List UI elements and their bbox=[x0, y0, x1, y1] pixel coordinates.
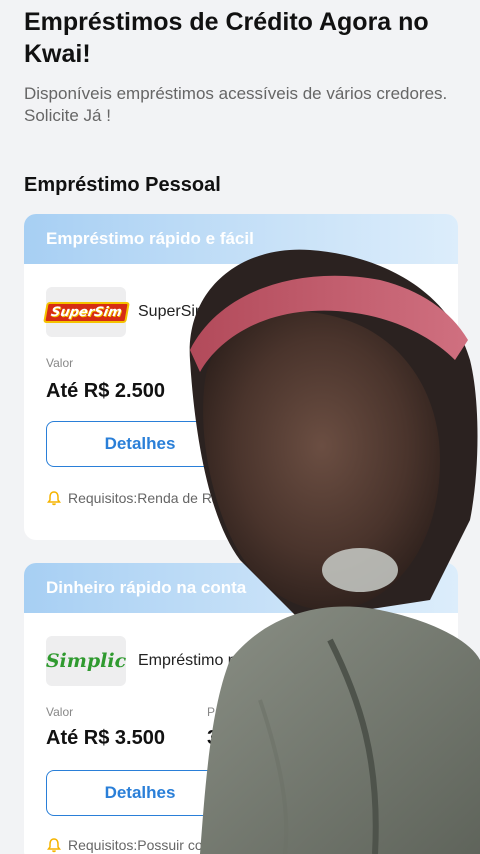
product-name: Empréstimo pessoal 100% bbox=[138, 652, 329, 669]
bell-icon bbox=[47, 838, 61, 853]
page-title: Empréstimos de Crédito Agora no Kwai! bbox=[24, 8, 429, 68]
product-row: SuperSim SuperSim Empréstimo Urgente bbox=[42, 287, 360, 337]
value-amount: Até R$ 3.500 bbox=[46, 727, 165, 749]
supersim-logo: SuperSim bbox=[42, 287, 130, 337]
requirements: Requisitos:Renda de R$ 500 bbox=[46, 490, 247, 506]
product-name: SuperSim Empréstimo Urgente bbox=[138, 303, 360, 320]
page-subtitle: Disponíveis empréstimos acessíveis de vá… bbox=[24, 84, 448, 125]
card-header: Empréstimo rápido e fácil bbox=[24, 214, 458, 264]
loan-card[interactable]: Dinheiro rápido na conta Simplic Emprést… bbox=[24, 563, 458, 854]
details-button[interactable]: Detalhes bbox=[46, 421, 234, 467]
requirements-text: Requisitos:Renda de R$ 500 bbox=[68, 490, 248, 506]
apply-button[interactable]: Solicitar bbox=[248, 770, 436, 816]
term-value: 3-12x bbox=[207, 727, 259, 749]
simplic-logo-text: Simplic bbox=[45, 650, 127, 672]
requirements: Requisitos:Possuir conta em banco bbox=[46, 837, 287, 853]
value-label: Valor bbox=[46, 356, 74, 370]
simplic-logo: Simplic bbox=[46, 636, 126, 686]
details-button[interactable]: Detalhes bbox=[46, 770, 234, 816]
page: Empréstimos de Crédito Agora no Kwai! Di… bbox=[0, 0, 480, 854]
product-row: Simplic Empréstimo pessoal 100% bbox=[46, 636, 328, 686]
supersim-logo-text: SuperSim bbox=[42, 301, 130, 323]
value-amount: Até R$ 2.500 bbox=[46, 380, 165, 402]
loan-card[interactable]: Empréstimo rápido e fácil SuperSim Super… bbox=[24, 214, 458, 540]
bell-icon bbox=[47, 491, 61, 506]
section-title: Empréstimo Pessoal bbox=[24, 174, 221, 196]
term-value: Até 12x bbox=[209, 380, 277, 402]
requirements-text: Requisitos:Possuir conta em banco bbox=[68, 837, 288, 853]
term-label: Parcelas bbox=[207, 705, 254, 719]
rate-value: Sim bbox=[322, 380, 357, 402]
card-header: Dinheiro rápido na conta bbox=[24, 563, 458, 613]
value-label: Valor bbox=[46, 705, 74, 719]
rate-value: 2% bbox=[322, 727, 351, 749]
